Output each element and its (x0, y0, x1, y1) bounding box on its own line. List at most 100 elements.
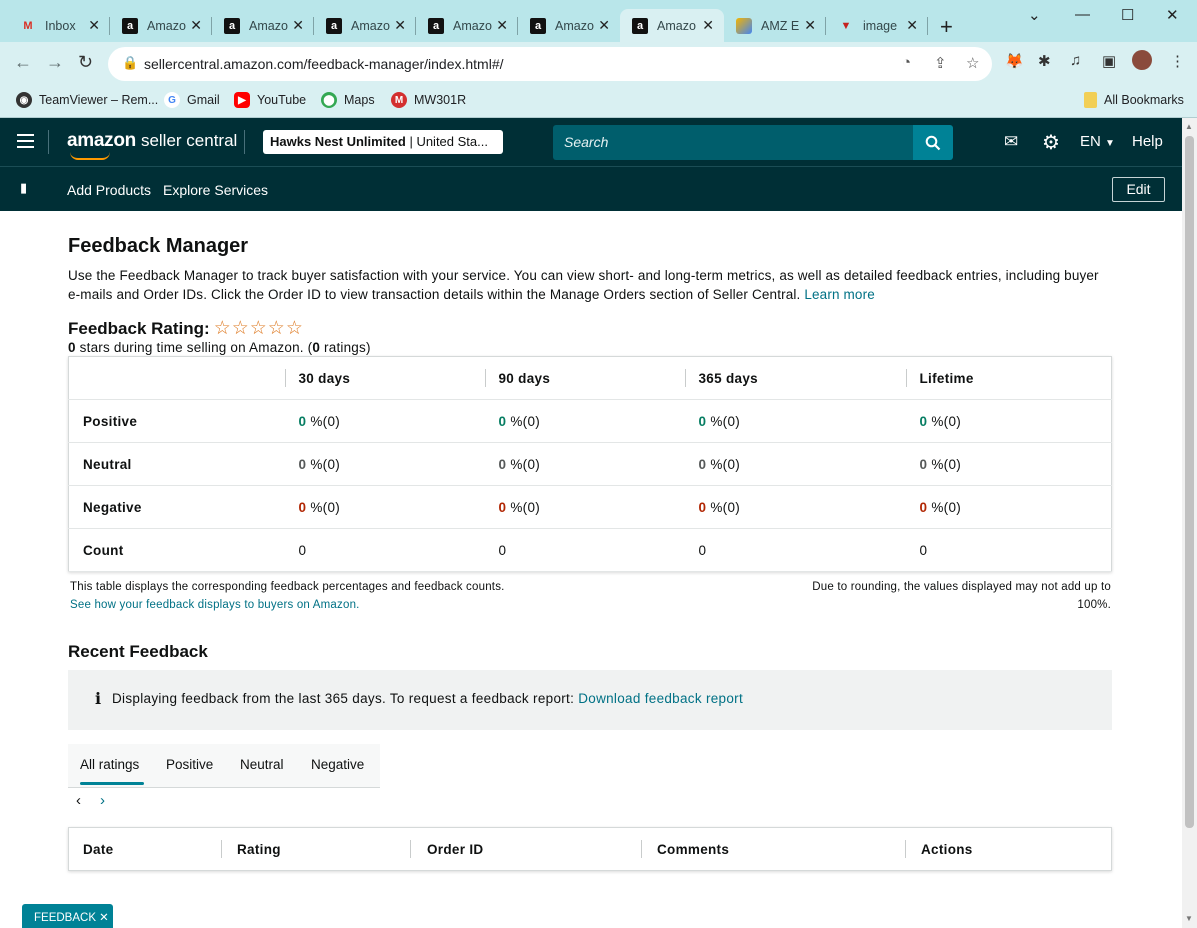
column-header[interactable]: Actions (921, 842, 973, 857)
table-row: Negative 0 %(0) 0 %(0) 0 %(0) 0 %(0) (68, 485, 1112, 529)
column-header[interactable]: Comments (657, 842, 729, 857)
seller-central-logo[interactable]: amazon seller central (67, 130, 237, 152)
amazon-icon: a (224, 17, 240, 34)
column-header: 90 days (484, 356, 685, 400)
vertical-scrollbar[interactable]: ▲ ▼ (1182, 118, 1197, 928)
row-label: Positive (68, 399, 285, 443)
help-link[interactable]: Help (1132, 133, 1163, 150)
download-report-link[interactable]: Download feedback report (578, 691, 743, 706)
row-label: Negative (68, 485, 285, 529)
window-close-icon[interactable]: ✕ (1166, 6, 1179, 24)
star-icon[interactable]: ☆ (966, 54, 979, 72)
tab-all-ratings[interactable]: All ratings (80, 757, 145, 785)
share-icon[interactable]: ⇪ (934, 54, 947, 72)
close-icon[interactable]: ✕ (598, 17, 610, 34)
browser-tab-image[interactable]: ▼ image ✕ (826, 9, 928, 42)
menu-icon[interactable]: ⋮ (1170, 52, 1185, 70)
reload-icon[interactable]: ↻ (78, 52, 93, 73)
close-icon[interactable]: ✕ (702, 17, 714, 34)
bookmark-maps[interactable]: ⬤ Maps (321, 92, 375, 108)
chevron-down-icon[interactable]: ⌄ (1028, 6, 1041, 24)
amazon-icon: a (428, 17, 444, 34)
recent-feedback-title: Recent Feedback (68, 642, 208, 661)
bookmark-youtube[interactable]: ▶ YouTube (234, 92, 306, 108)
bookmark-teamviewer[interactable]: ◉ TeamViewer – Rem... (16, 92, 158, 108)
gmail-icon: M (23, 19, 33, 32)
bookmark-gmail[interactable]: G Gmail (164, 92, 220, 108)
forward-icon[interactable]: → (46, 52, 64, 73)
lock-icon: 🔒 (122, 55, 139, 70)
tab-negative[interactable]: Negative (311, 757, 364, 772)
column-header[interactable]: Rating (237, 842, 281, 857)
bookmark-icon[interactable]: ▮ (20, 180, 27, 196)
feedback-rating-title: Feedback Rating: ☆☆☆☆☆ (68, 318, 304, 339)
minimize-icon[interactable]: — (1075, 6, 1090, 23)
buyer-display-link[interactable]: See how your feedback displays to buyers… (70, 596, 505, 614)
close-icon[interactable]: ✕ (804, 17, 816, 34)
table-cell: 0 %(0) (905, 442, 1112, 486)
search-input[interactable]: Search (553, 125, 913, 160)
amz-icon (736, 17, 752, 34)
address-bar[interactable]: 🔒 sellercentral.amazon.com/feedback-mana… (108, 47, 992, 81)
close-icon[interactable]: ✕ (292, 17, 304, 34)
back-icon[interactable]: ← (14, 52, 32, 73)
browser-tab-amazon[interactable]: a Amazo ✕ (518, 9, 620, 42)
row-label: Count (68, 528, 285, 572)
scrollbar-thumb[interactable] (1185, 136, 1194, 828)
browser-tab-amazon-active[interactable]: a Amazo ✕ (620, 9, 724, 42)
bookmark-mw301r[interactable]: M MW301R (391, 92, 466, 108)
tab-positive[interactable]: Positive (166, 757, 213, 772)
table-cell: 0 %(0) (905, 485, 1112, 529)
table-cell: 0 %(0) (484, 399, 685, 443)
image-icon: ▼ (840, 19, 852, 32)
sidepanel-icon[interactable]: ▣ (1102, 52, 1116, 70)
close-icon[interactable]: ✕ (496, 17, 508, 34)
amazon-icon: a (326, 17, 342, 34)
table-row: Positive 0 %(0) 0 %(0) 0 %(0) 0 %(0) (68, 399, 1112, 443)
search-button[interactable] (913, 125, 953, 160)
browser-tab-bar: M Inbox ✕ a Amazo ✕ a Amazo ✕ a Amazo ✕ … (0, 0, 1197, 42)
close-icon[interactable]: ✕ (190, 17, 202, 34)
new-tab-icon[interactable]: + (940, 14, 953, 40)
browser-tab-amz[interactable]: AMZ E ✕ (724, 9, 826, 42)
media-icon[interactable]: ♫ (1070, 52, 1081, 69)
extensions-icon[interactable]: ✱ (1038, 52, 1051, 70)
maximize-icon[interactable]: ☐ (1121, 6, 1134, 24)
table-note: This table displays the corresponding fe… (70, 578, 505, 614)
browser-tab-amazon[interactable]: a Amazo ✕ (416, 9, 518, 42)
browser-tab-inbox[interactable]: M Inbox ✕ (8, 9, 110, 42)
tab-neutral[interactable]: Neutral (240, 757, 284, 772)
browser-tab-amazon[interactable]: a Amazo ✕ (212, 9, 314, 42)
avatar[interactable] (1132, 50, 1152, 70)
column-header[interactable]: Order ID (427, 842, 483, 857)
table-cell: 0 %(0) (484, 442, 685, 486)
chevron-right-icon[interactable]: › (100, 792, 105, 809)
account-switcher[interactable]: Hawks Nest Unlimited | United Sta... (263, 130, 503, 154)
table-cell: 0 (905, 528, 1112, 572)
page-intro: Feedback Manager Use the Feedback Manage… (68, 235, 1112, 304)
language-selector[interactable]: EN ▼ (1080, 133, 1115, 150)
browser-tab-amazon[interactable]: a Amazo ✕ (110, 9, 212, 42)
edit-button[interactable]: Edit (1112, 177, 1165, 202)
hamburger-menu-icon[interactable] (17, 134, 34, 152)
info-alert: i Displaying feedback from the last 365 … (68, 670, 1112, 730)
learn-more-link[interactable]: Learn more (804, 287, 875, 302)
column-header[interactable]: Date (83, 842, 113, 857)
explore-services-link[interactable]: Explore Services (163, 182, 268, 198)
mail-icon[interactable]: ✉ (1004, 132, 1018, 152)
metamask-icon[interactable]: 🦊 (1005, 52, 1024, 70)
performance-icon[interactable]: ◔ (902, 54, 911, 71)
seller-central-header: amazon seller central Hawks Nest Unlimite… (0, 118, 1182, 166)
all-bookmarks[interactable]: All Bookmarks (1084, 92, 1184, 108)
column-header: 365 days (684, 356, 906, 400)
caret-down-icon: ▼ (1105, 138, 1115, 149)
chevron-left-icon[interactable]: ‹ (76, 792, 81, 809)
close-icon[interactable]: ✕ (88, 17, 100, 34)
add-products-link[interactable]: Add Products (67, 182, 151, 198)
maps-icon: ⬤ (321, 92, 337, 108)
feedback-button[interactable]: FEEDBACK ✕ (22, 904, 113, 928)
gear-icon[interactable]: ⚙ (1042, 130, 1060, 155)
close-icon[interactable]: ✕ (906, 17, 918, 34)
browser-tab-amazon[interactable]: a Amazo ✕ (314, 9, 416, 42)
close-icon[interactable]: ✕ (394, 17, 406, 34)
